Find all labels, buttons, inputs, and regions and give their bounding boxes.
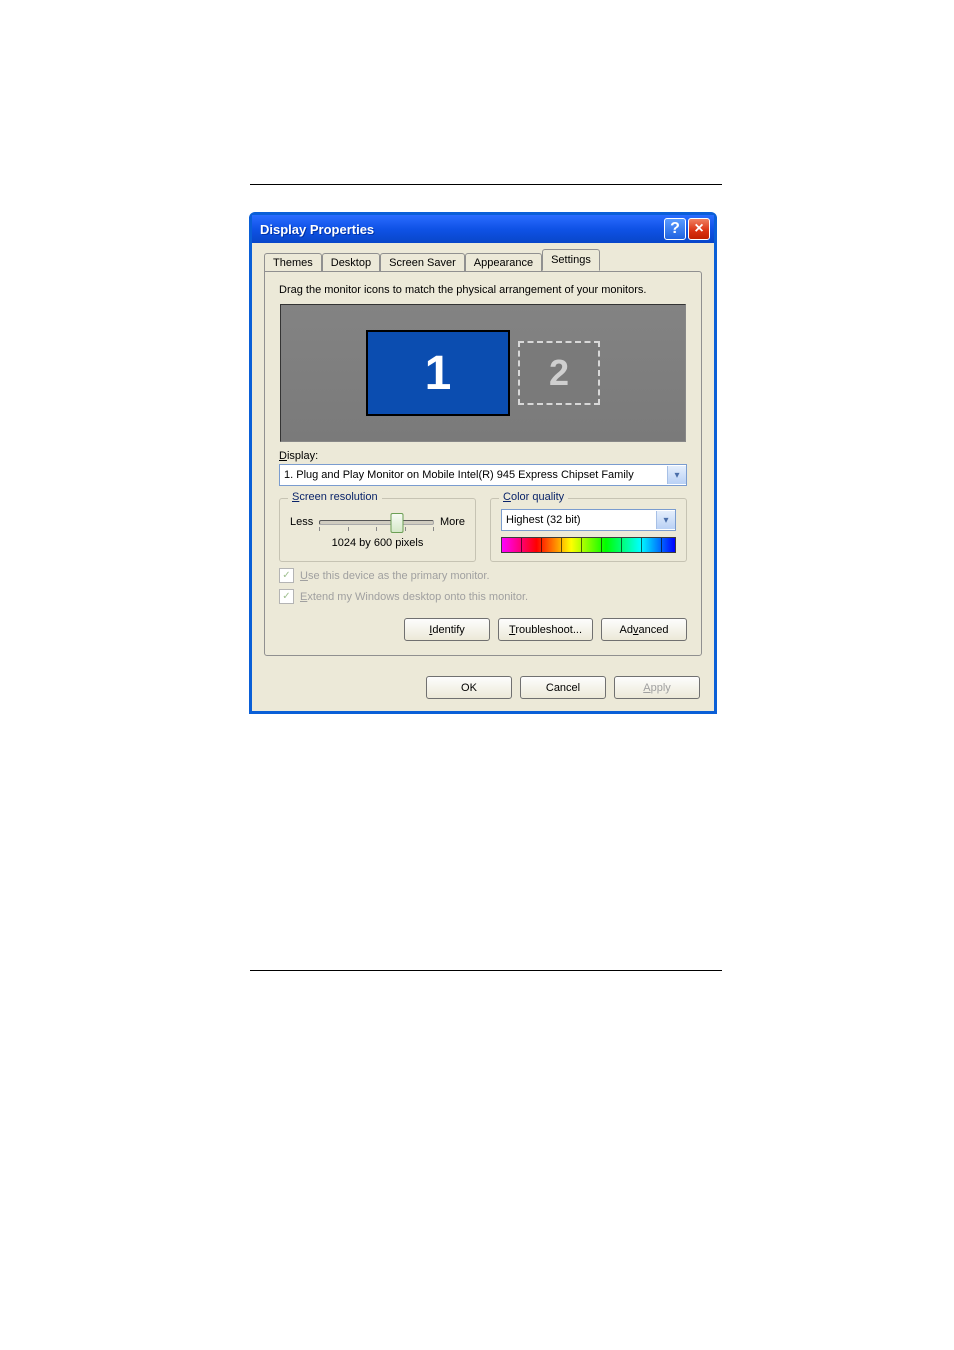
screen-resolution-legend: Screen resolution xyxy=(288,491,382,503)
color-quality-text: Highest (32 bit) xyxy=(502,514,656,526)
monitor-2[interactable]: 2 xyxy=(518,341,600,405)
tab-screen-saver[interactable]: Screen Saver xyxy=(380,253,465,272)
tab-settings[interactable]: Settings xyxy=(542,249,600,271)
advanced-button[interactable]: Advanced xyxy=(601,618,687,641)
display-select-chevron[interactable]: ▾ xyxy=(667,466,686,484)
identify-button[interactable]: Identify xyxy=(404,618,490,641)
help-icon: ? xyxy=(670,220,680,238)
chevron-down-icon: ▾ xyxy=(663,515,668,526)
tab-themes[interactable]: Themes xyxy=(264,253,322,272)
primary-monitor-checkbox: ✓ xyxy=(279,568,294,583)
troubleshoot-button[interactable]: Troubleshoot... xyxy=(498,618,593,641)
display-select-text: 1. Plug and Play Monitor on Mobile Intel… xyxy=(280,469,667,481)
more-label: More xyxy=(440,516,465,528)
display-select[interactable]: 1. Plug and Play Monitor on Mobile Intel… xyxy=(279,464,687,486)
settings-panel: Drag the monitor icons to match the phys… xyxy=(264,271,702,656)
extend-desktop-checkbox-row: ✓ Extend my Windows desktop onto this mo… xyxy=(279,589,687,604)
help-button[interactable]: ? xyxy=(664,218,686,240)
cancel-button[interactable]: Cancel xyxy=(520,676,606,699)
display-label: Display: xyxy=(279,450,687,462)
resolution-slider[interactable] xyxy=(319,511,434,533)
dialog-footer: OK Cancel Apply xyxy=(252,666,714,711)
page-divider-bottom xyxy=(250,970,722,971)
monitor-1[interactable]: 1 xyxy=(366,330,510,416)
ok-button[interactable]: OK xyxy=(426,676,512,699)
color-spectrum-preview xyxy=(501,537,676,553)
close-icon: × xyxy=(694,220,703,238)
chevron-down-icon: ▾ xyxy=(674,470,679,481)
instruction-text: Drag the monitor icons to match the phys… xyxy=(279,284,687,296)
monitor-arrangement-area[interactable]: 1 2 xyxy=(280,304,686,442)
less-label: Less xyxy=(290,516,313,528)
window-title: Display Properties xyxy=(260,222,662,237)
primary-monitor-checkbox-row: ✓ Use this device as the primary monitor… xyxy=(279,568,687,583)
display-properties-dialog: Display Properties ? × Themes Desktop Sc… xyxy=(249,212,717,714)
tab-appearance[interactable]: Appearance xyxy=(465,253,542,272)
slider-ticks xyxy=(319,527,434,531)
titlebar[interactable]: Display Properties ? × xyxy=(252,215,714,243)
screen-resolution-group: Screen resolution Less More xyxy=(279,498,476,562)
color-quality-group: Color quality Highest (32 bit) ▾ xyxy=(490,498,687,562)
slider-thumb[interactable] xyxy=(391,513,404,533)
apply-button: Apply xyxy=(614,676,700,699)
page-divider-top xyxy=(250,184,722,185)
color-quality-chevron[interactable]: ▾ xyxy=(656,511,675,529)
extend-desktop-checkbox: ✓ xyxy=(279,589,294,604)
resolution-value: 1024 by 600 pixels xyxy=(290,537,465,549)
tab-row: Themes Desktop Screen Saver Appearance S… xyxy=(264,249,702,271)
color-quality-select[interactable]: Highest (32 bit) ▾ xyxy=(501,509,676,531)
tab-desktop[interactable]: Desktop xyxy=(322,253,380,272)
close-button[interactable]: × xyxy=(688,218,710,240)
color-quality-legend: Color quality xyxy=(499,491,568,503)
slider-track xyxy=(319,520,434,525)
